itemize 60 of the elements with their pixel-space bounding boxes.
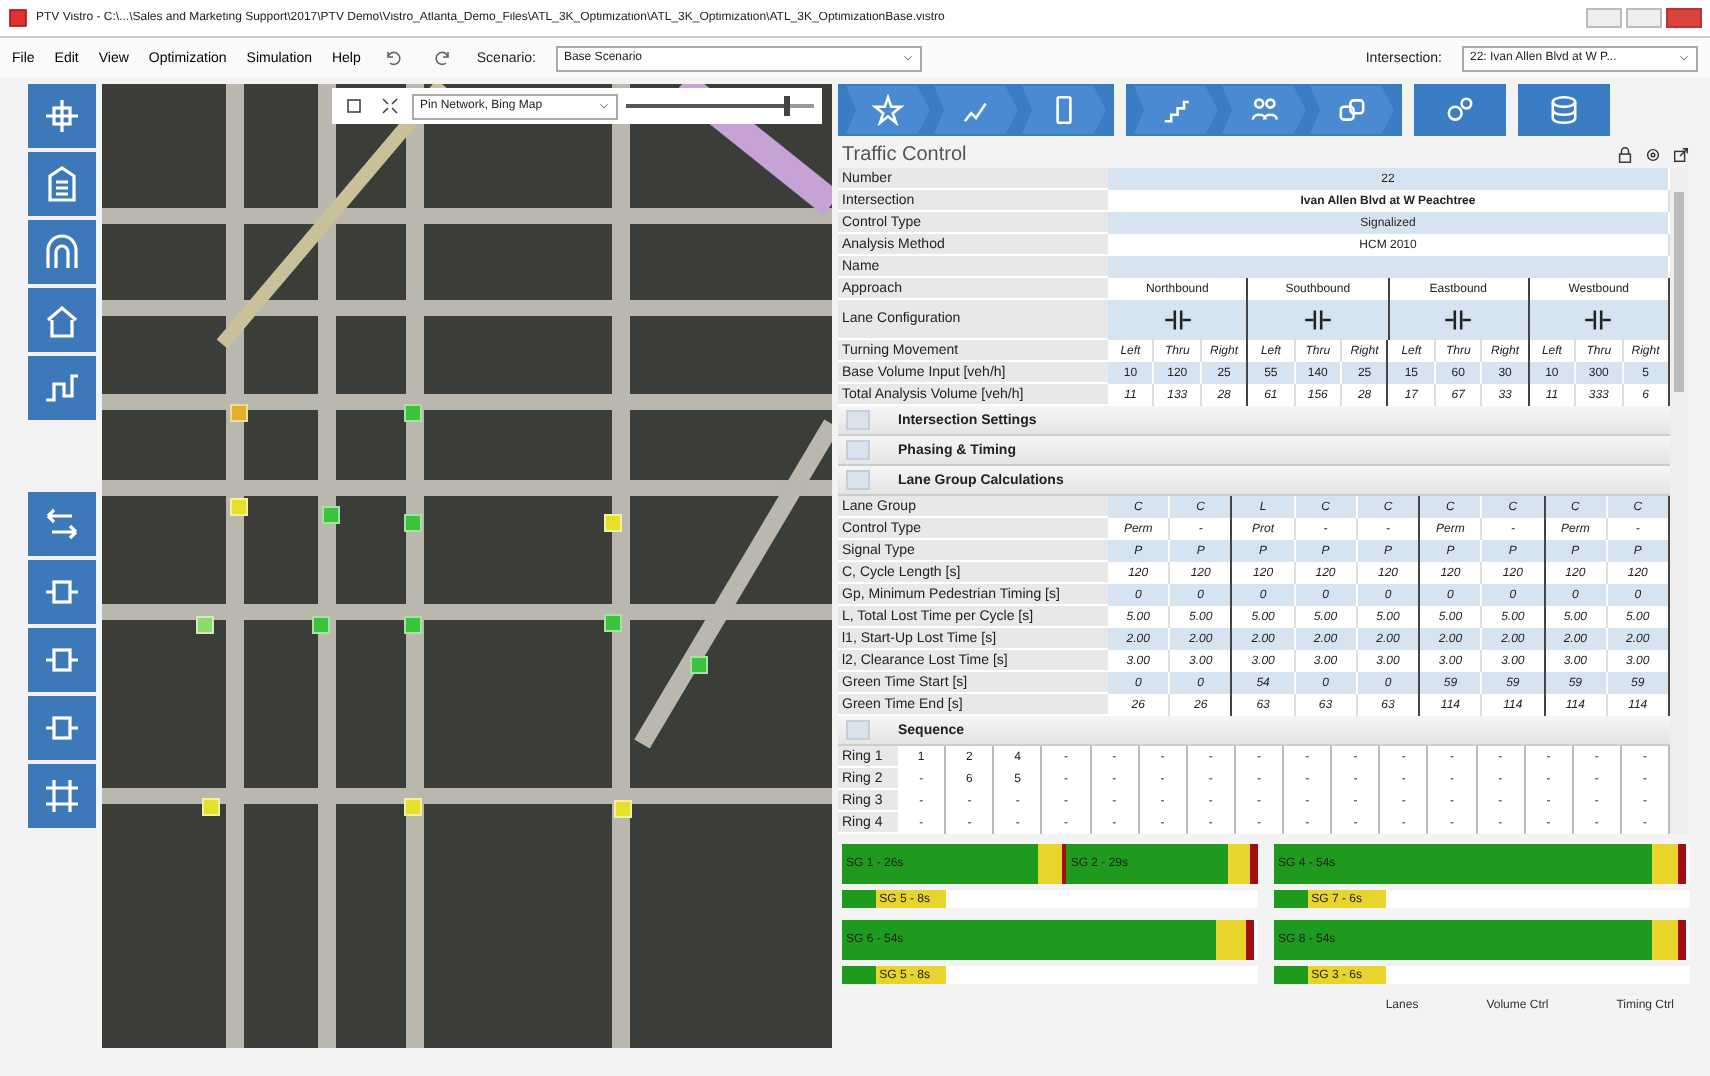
intersection-marker[interactable] bbox=[604, 514, 622, 532]
intersection-marker[interactable] bbox=[404, 404, 422, 422]
slider-thumb[interactable] bbox=[783, 96, 790, 116]
toolbar-button[interactable] bbox=[28, 356, 96, 420]
close-button[interactable] bbox=[1666, 8, 1702, 28]
toolbar-button[interactable] bbox=[934, 86, 1018, 134]
zigzag-icon bbox=[42, 368, 82, 408]
intersection-marker[interactable] bbox=[404, 616, 422, 634]
toolbar-button[interactable] bbox=[1310, 86, 1394, 134]
lane-configuration-icon bbox=[1299, 304, 1336, 336]
lock-icon bbox=[1616, 145, 1634, 163]
toolbar-button[interactable] bbox=[28, 628, 96, 692]
caret-icon bbox=[598, 100, 610, 112]
toolbar-button[interactable] bbox=[1022, 86, 1106, 134]
scrollbar[interactable] bbox=[1670, 168, 1688, 834]
toolbar-button[interactable] bbox=[28, 560, 96, 624]
caret-icon bbox=[901, 52, 914, 64]
expand-icon bbox=[380, 96, 400, 116]
toolbar-button[interactable] bbox=[1222, 86, 1306, 134]
app-icon bbox=[8, 8, 28, 28]
people-icon bbox=[1248, 94, 1280, 126]
arch-icon bbox=[42, 232, 82, 272]
frame-icon bbox=[344, 96, 364, 116]
intersection-marker[interactable] bbox=[312, 616, 330, 634]
toolbar-button[interactable] bbox=[28, 764, 96, 828]
intersection-marker[interactable] bbox=[230, 498, 248, 516]
toolbar-button[interactable] bbox=[846, 86, 930, 134]
intersection-marker[interactable] bbox=[230, 404, 248, 422]
minimize-button[interactable] bbox=[1586, 8, 1622, 28]
toolbar-button[interactable] bbox=[28, 696, 96, 760]
intersection-marker[interactable] bbox=[404, 514, 422, 532]
link-icon bbox=[1336, 94, 1368, 126]
toolbar-button[interactable] bbox=[28, 152, 96, 216]
intersection-marker[interactable] bbox=[614, 800, 632, 818]
intersection-marker[interactable] bbox=[404, 798, 422, 816]
toolbar-button[interactable] bbox=[1134, 86, 1218, 134]
arrows-icon bbox=[42, 504, 82, 544]
lane-configuration-icon bbox=[1159, 304, 1196, 336]
crosshair-icon bbox=[42, 96, 82, 136]
maximize-button[interactable] bbox=[1626, 8, 1662, 28]
intersection-marker[interactable] bbox=[322, 506, 340, 524]
export-icon bbox=[1672, 145, 1690, 163]
house-icon bbox=[42, 300, 82, 340]
lane-configuration-icon bbox=[1580, 304, 1617, 336]
lane-configuration-icon bbox=[1440, 304, 1477, 336]
caret-icon bbox=[1678, 52, 1690, 64]
intersection-marker[interactable] bbox=[604, 614, 622, 632]
undo-icon bbox=[384, 48, 405, 68]
redo-icon bbox=[432, 48, 453, 68]
toolbar-button[interactable] bbox=[28, 492, 96, 556]
database-icon bbox=[1548, 94, 1580, 126]
intersection-marker[interactable] bbox=[196, 616, 214, 634]
toolbar-button[interactable] bbox=[28, 84, 96, 148]
toolbar-button[interactable] bbox=[28, 288, 96, 352]
intersection-marker[interactable] bbox=[202, 798, 220, 816]
building-icon bbox=[42, 164, 82, 204]
intersection-marker[interactable] bbox=[690, 656, 708, 674]
toolbar-button[interactable] bbox=[28, 220, 96, 284]
panel-title: Traffic Control bbox=[842, 143, 967, 165]
grid-icon bbox=[42, 776, 82, 816]
